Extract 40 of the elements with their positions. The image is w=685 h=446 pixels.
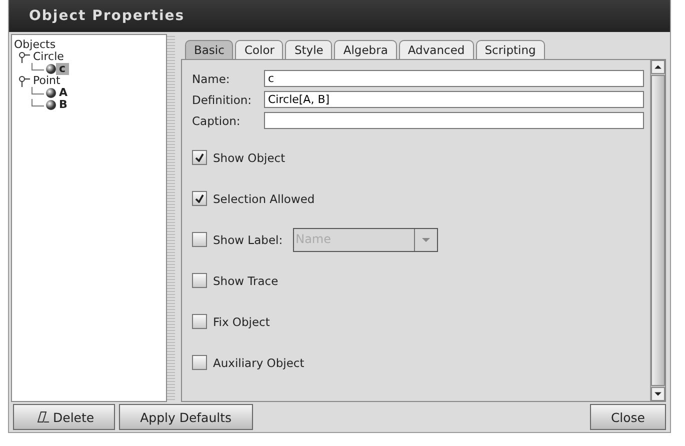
sphere-icon xyxy=(46,64,56,74)
window-title: Object Properties xyxy=(9,0,670,32)
scroll-down-button[interactable] xyxy=(651,387,665,401)
checkbox-label: Show Trace xyxy=(213,274,278,288)
checkbox[interactable] xyxy=(192,273,207,288)
apply-defaults-button[interactable]: Apply Defaults xyxy=(119,404,253,430)
tree-item[interactable]: A xyxy=(56,87,71,99)
checkbox[interactable] xyxy=(192,150,207,165)
tab[interactable]: Style xyxy=(285,40,332,59)
checkbox-label: Fix Object xyxy=(213,314,270,328)
checkbox[interactable] xyxy=(192,314,207,329)
tab[interactable]: Color xyxy=(235,40,284,59)
checkbox[interactable] xyxy=(192,355,207,370)
field-label: Definition: xyxy=(192,92,253,106)
tab[interactable]: Basic xyxy=(185,40,234,59)
tree-item[interactable]: B xyxy=(56,99,70,111)
checkbox-label: Show Object xyxy=(213,150,286,164)
checkbox-label: Show Label: xyxy=(213,232,283,246)
expanded-node-icon[interactable] xyxy=(18,75,30,87)
tab[interactable]: Algebra xyxy=(334,40,397,59)
field-label: Caption: xyxy=(192,114,242,128)
tree-item[interactable]: Point xyxy=(30,75,64,87)
checkbox[interactable] xyxy=(192,232,207,247)
field-label: Name: xyxy=(192,72,231,86)
tree-item[interactable]: Circle xyxy=(30,51,67,63)
checkbox-label: Selection Allowed xyxy=(213,192,315,206)
expanded-node-icon[interactable] xyxy=(18,51,30,63)
text-field[interactable]: c xyxy=(264,70,644,87)
checkbox-label: Auxiliary Object xyxy=(213,356,304,370)
close-button[interactable]: Close xyxy=(590,404,666,430)
tree-root: Objects xyxy=(14,39,57,51)
scroll-up-button[interactable] xyxy=(651,60,665,74)
text-field[interactable]: Circle[A, B] xyxy=(264,91,644,108)
tree-item[interactable]: c xyxy=(56,63,69,75)
tab[interactable]: Advanced xyxy=(398,40,474,59)
delete-button[interactable]: Delete xyxy=(13,404,116,430)
splitter-handle[interactable] xyxy=(167,34,175,402)
tab[interactable]: Scripting xyxy=(476,40,545,59)
text-field[interactable] xyxy=(264,112,644,129)
checkbox[interactable] xyxy=(192,191,207,206)
